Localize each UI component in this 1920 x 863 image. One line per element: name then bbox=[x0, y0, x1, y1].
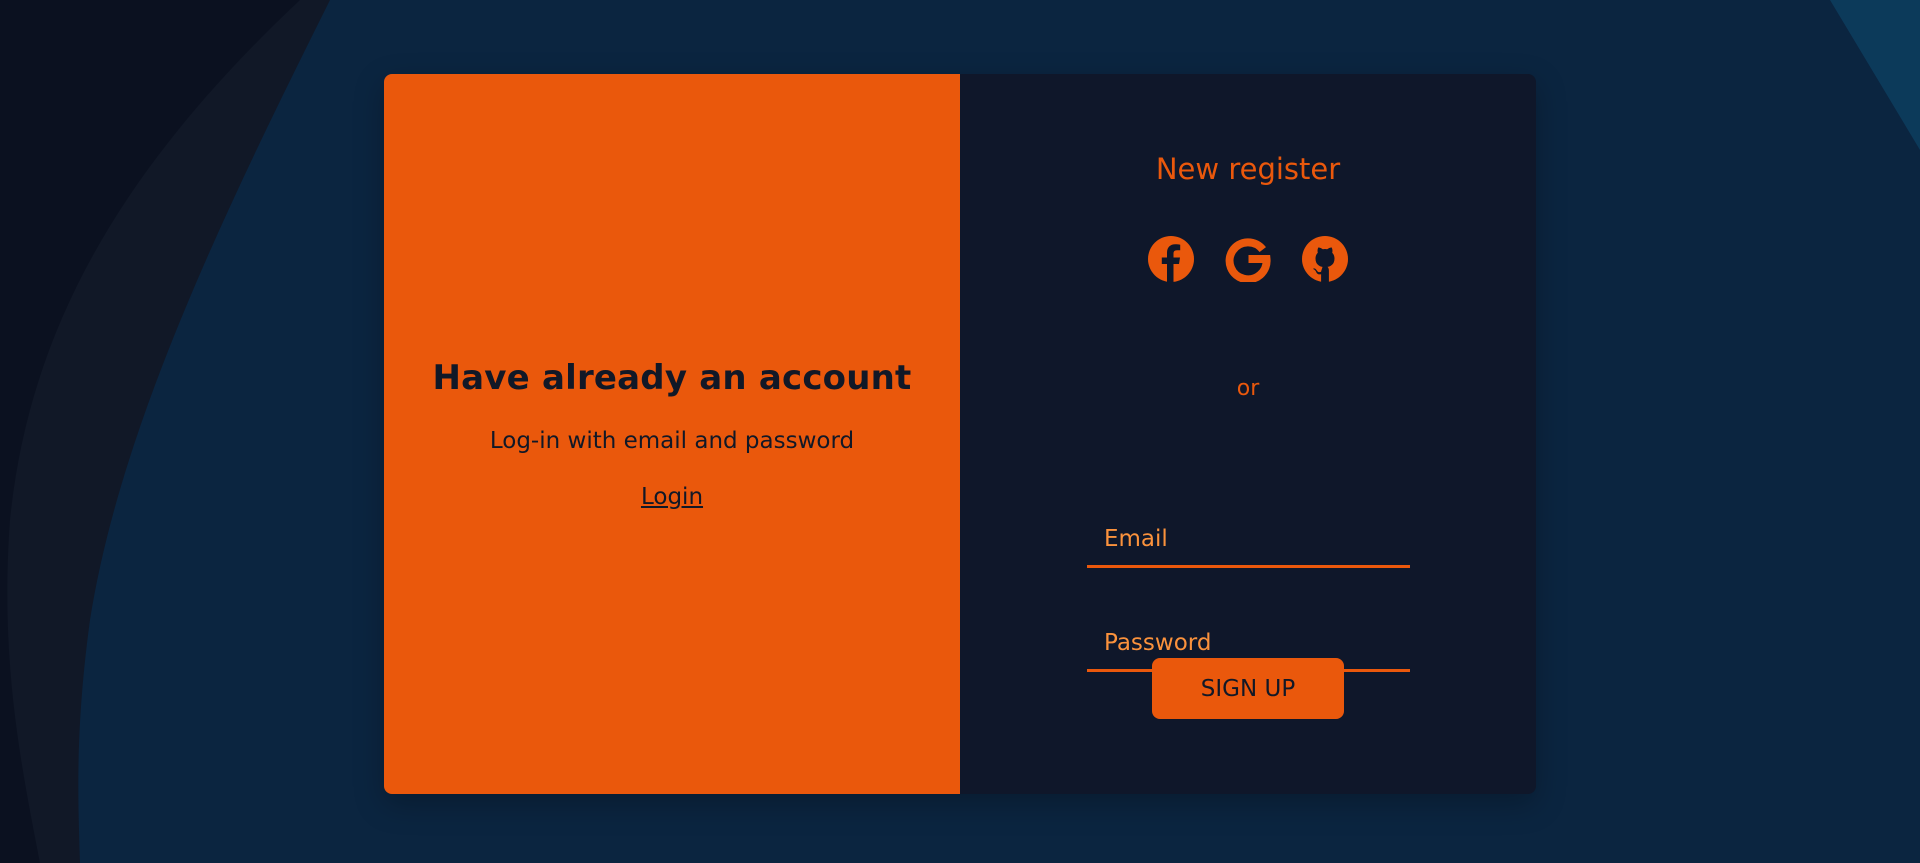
separator-text: or bbox=[1236, 376, 1260, 401]
login-panel-title: Have already an account bbox=[432, 358, 912, 398]
signup-button[interactable]: SIGN UP bbox=[1152, 658, 1344, 719]
facebook-icon bbox=[1148, 235, 1194, 282]
auth-card: Have already an account Log-in with emai… bbox=[384, 74, 1536, 794]
github-button[interactable] bbox=[1302, 235, 1349, 282]
register-panel: New register or Email SIGN UP bbox=[960, 74, 1536, 794]
register-title: New register bbox=[1155, 152, 1341, 186]
email-input[interactable] bbox=[1087, 512, 1410, 565]
login-panel: Have already an account Log-in with emai… bbox=[384, 74, 960, 794]
google-button[interactable] bbox=[1225, 235, 1272, 282]
github-icon bbox=[1302, 235, 1348, 282]
google-icon bbox=[1225, 237, 1271, 282]
email-field bbox=[1087, 512, 1410, 568]
login-link[interactable]: Login bbox=[641, 484, 703, 510]
login-panel-subtitle: Log-in with email and password bbox=[489, 428, 855, 454]
facebook-button[interactable] bbox=[1148, 235, 1195, 282]
social-login-row bbox=[960, 235, 1536, 282]
